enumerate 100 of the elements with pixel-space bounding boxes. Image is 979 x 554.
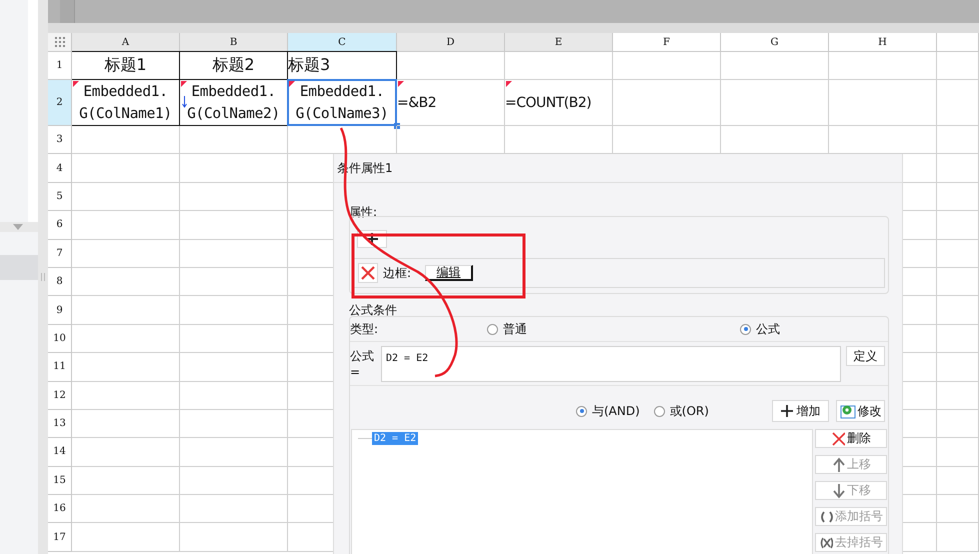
- remove-button[interactable]: [358, 263, 378, 283]
- table-cell[interactable]: =COUNT(B2): [505, 80, 612, 125]
- table-cell[interactable]: [72, 523, 180, 552]
- row-header[interactable]: 15: [48, 466, 72, 496]
- row-header[interactable]: 1: [48, 52, 72, 80]
- table-cell[interactable]: Embedded1. G(ColName2): [180, 80, 287, 125]
- row-header[interactable]: 11: [48, 353, 72, 382]
- list-action-button[interactable]: 删除: [815, 429, 887, 448]
- table-cell[interactable]: [937, 382, 979, 410]
- table-cell[interactable]: [505, 52, 613, 80]
- table-cell[interactable]: [180, 154, 288, 183]
- table-cell[interactable]: [937, 211, 979, 240]
- add-button[interactable]: 增加: [772, 400, 829, 422]
- table-cell[interactable]: [613, 52, 721, 80]
- table-cell[interactable]: [937, 182, 979, 212]
- row-header[interactable]: 4: [48, 154, 72, 183]
- table-cell[interactable]: [180, 240, 288, 268]
- table-cell[interactable]: [72, 324, 180, 354]
- column-header[interactable]: H: [829, 33, 937, 52]
- table-cell[interactable]: [937, 324, 979, 354]
- table-cell[interactable]: [72, 296, 180, 325]
- table-cell[interactable]: [72, 382, 180, 410]
- table-cell[interactable]: [180, 353, 288, 382]
- table-cell[interactable]: [180, 466, 288, 496]
- table-cell[interactable]: [937, 240, 979, 268]
- radio-label[interactable]: 或(OR): [670, 402, 709, 420]
- edit-button[interactable]: 编辑: [425, 265, 474, 281]
- column-header[interactable]: [937, 33, 979, 52]
- table-cell[interactable]: [180, 268, 288, 296]
- row-header[interactable]: 16: [48, 495, 72, 524]
- table-cell[interactable]: [72, 466, 180, 496]
- column-header[interactable]: A: [72, 33, 180, 52]
- row-header[interactable]: 7: [48, 240, 72, 268]
- table-cell[interactable]: [937, 438, 979, 467]
- table-cell[interactable]: [180, 324, 288, 354]
- table-cell[interactable]: 标题3: [288, 52, 396, 79]
- row-header[interactable]: 3: [48, 126, 72, 154]
- table-cell[interactable]: 标题2: [180, 52, 287, 79]
- row-header[interactable]: 14: [48, 438, 72, 467]
- radio-button[interactable]: [487, 324, 498, 334]
- radio-label[interactable]: 普通: [503, 320, 527, 338]
- table-cell[interactable]: [397, 52, 505, 80]
- table-cell[interactable]: [72, 126, 180, 154]
- table-cell[interactable]: [721, 52, 829, 80]
- table-cell[interactable]: [72, 268, 180, 296]
- table-cell[interactable]: 标题1: [72, 52, 179, 79]
- table-cell[interactable]: [937, 52, 979, 80]
- define-button[interactable]: 定义: [846, 346, 885, 366]
- column-header[interactable]: F: [613, 33, 721, 52]
- table-cell[interactable]: [937, 126, 979, 154]
- table-cell[interactable]: [613, 80, 721, 126]
- formula-field[interactable]: D2 = E2: [381, 346, 841, 382]
- row-header[interactable]: 13: [48, 410, 72, 438]
- table-cell[interactable]: [72, 438, 180, 467]
- table-cell[interactable]: [72, 211, 180, 240]
- table-cell[interactable]: [72, 154, 180, 183]
- column-header[interactable]: B: [180, 33, 288, 52]
- table-cell[interactable]: [72, 495, 180, 524]
- table-cell[interactable]: [937, 154, 979, 183]
- table-cell[interactable]: [180, 438, 288, 467]
- table-cell[interactable]: [180, 523, 288, 552]
- row-header[interactable]: 8: [48, 268, 72, 296]
- table-cell[interactable]: Embedded1. G(ColName1): [72, 80, 179, 125]
- radio-button[interactable]: [654, 406, 665, 416]
- row-header[interactable]: 9: [48, 296, 72, 325]
- row-header[interactable]: 17: [48, 523, 72, 552]
- table-cell[interactable]: [937, 410, 979, 438]
- row-header[interactable]: 2: [48, 80, 72, 126]
- radio-button[interactable]: [576, 406, 587, 416]
- column-header[interactable]: E: [505, 33, 613, 52]
- table-cell[interactable]: [829, 52, 937, 80]
- table-cell[interactable]: [721, 80, 829, 126]
- table-cell[interactable]: [829, 80, 937, 126]
- table-cell[interactable]: [180, 410, 288, 438]
- radio-label[interactable]: 与(AND): [592, 402, 640, 420]
- toolbar-handle[interactable]: [60, 0, 75, 23]
- table-cell[interactable]: [180, 211, 288, 240]
- table-cell[interactable]: [72, 182, 180, 212]
- table-cell[interactable]: =&B2: [397, 80, 504, 125]
- select-all-icon[interactable]: [54, 37, 64, 47]
- modify-button[interactable]: 修改: [836, 400, 885, 422]
- table-cell[interactable]: [180, 126, 288, 154]
- splitter-grip-icon[interactable]: [41, 273, 45, 281]
- table-cell[interactable]: [937, 296, 979, 325]
- table-cell[interactable]: [937, 80, 979, 126]
- dropdown-arrow-icon[interactable]: [13, 224, 23, 230]
- row-header[interactable]: 12: [48, 382, 72, 410]
- table-cell[interactable]: [937, 466, 979, 496]
- row-header[interactable]: 6: [48, 211, 72, 240]
- table-cell[interactable]: [937, 268, 979, 296]
- radio-label[interactable]: 公式: [756, 320, 780, 338]
- table-cell[interactable]: Embedded1. G(ColName3): [287, 79, 397, 126]
- table-cell[interactable]: [72, 240, 180, 268]
- column-header[interactable]: C: [288, 33, 397, 52]
- table-cell[interactable]: [937, 495, 979, 524]
- table-cell[interactable]: [180, 382, 288, 410]
- row-header[interactable]: 5: [48, 182, 72, 212]
- column-header[interactable]: D: [397, 33, 505, 52]
- table-cell[interactable]: [180, 495, 288, 524]
- row-header[interactable]: 10: [48, 324, 72, 354]
